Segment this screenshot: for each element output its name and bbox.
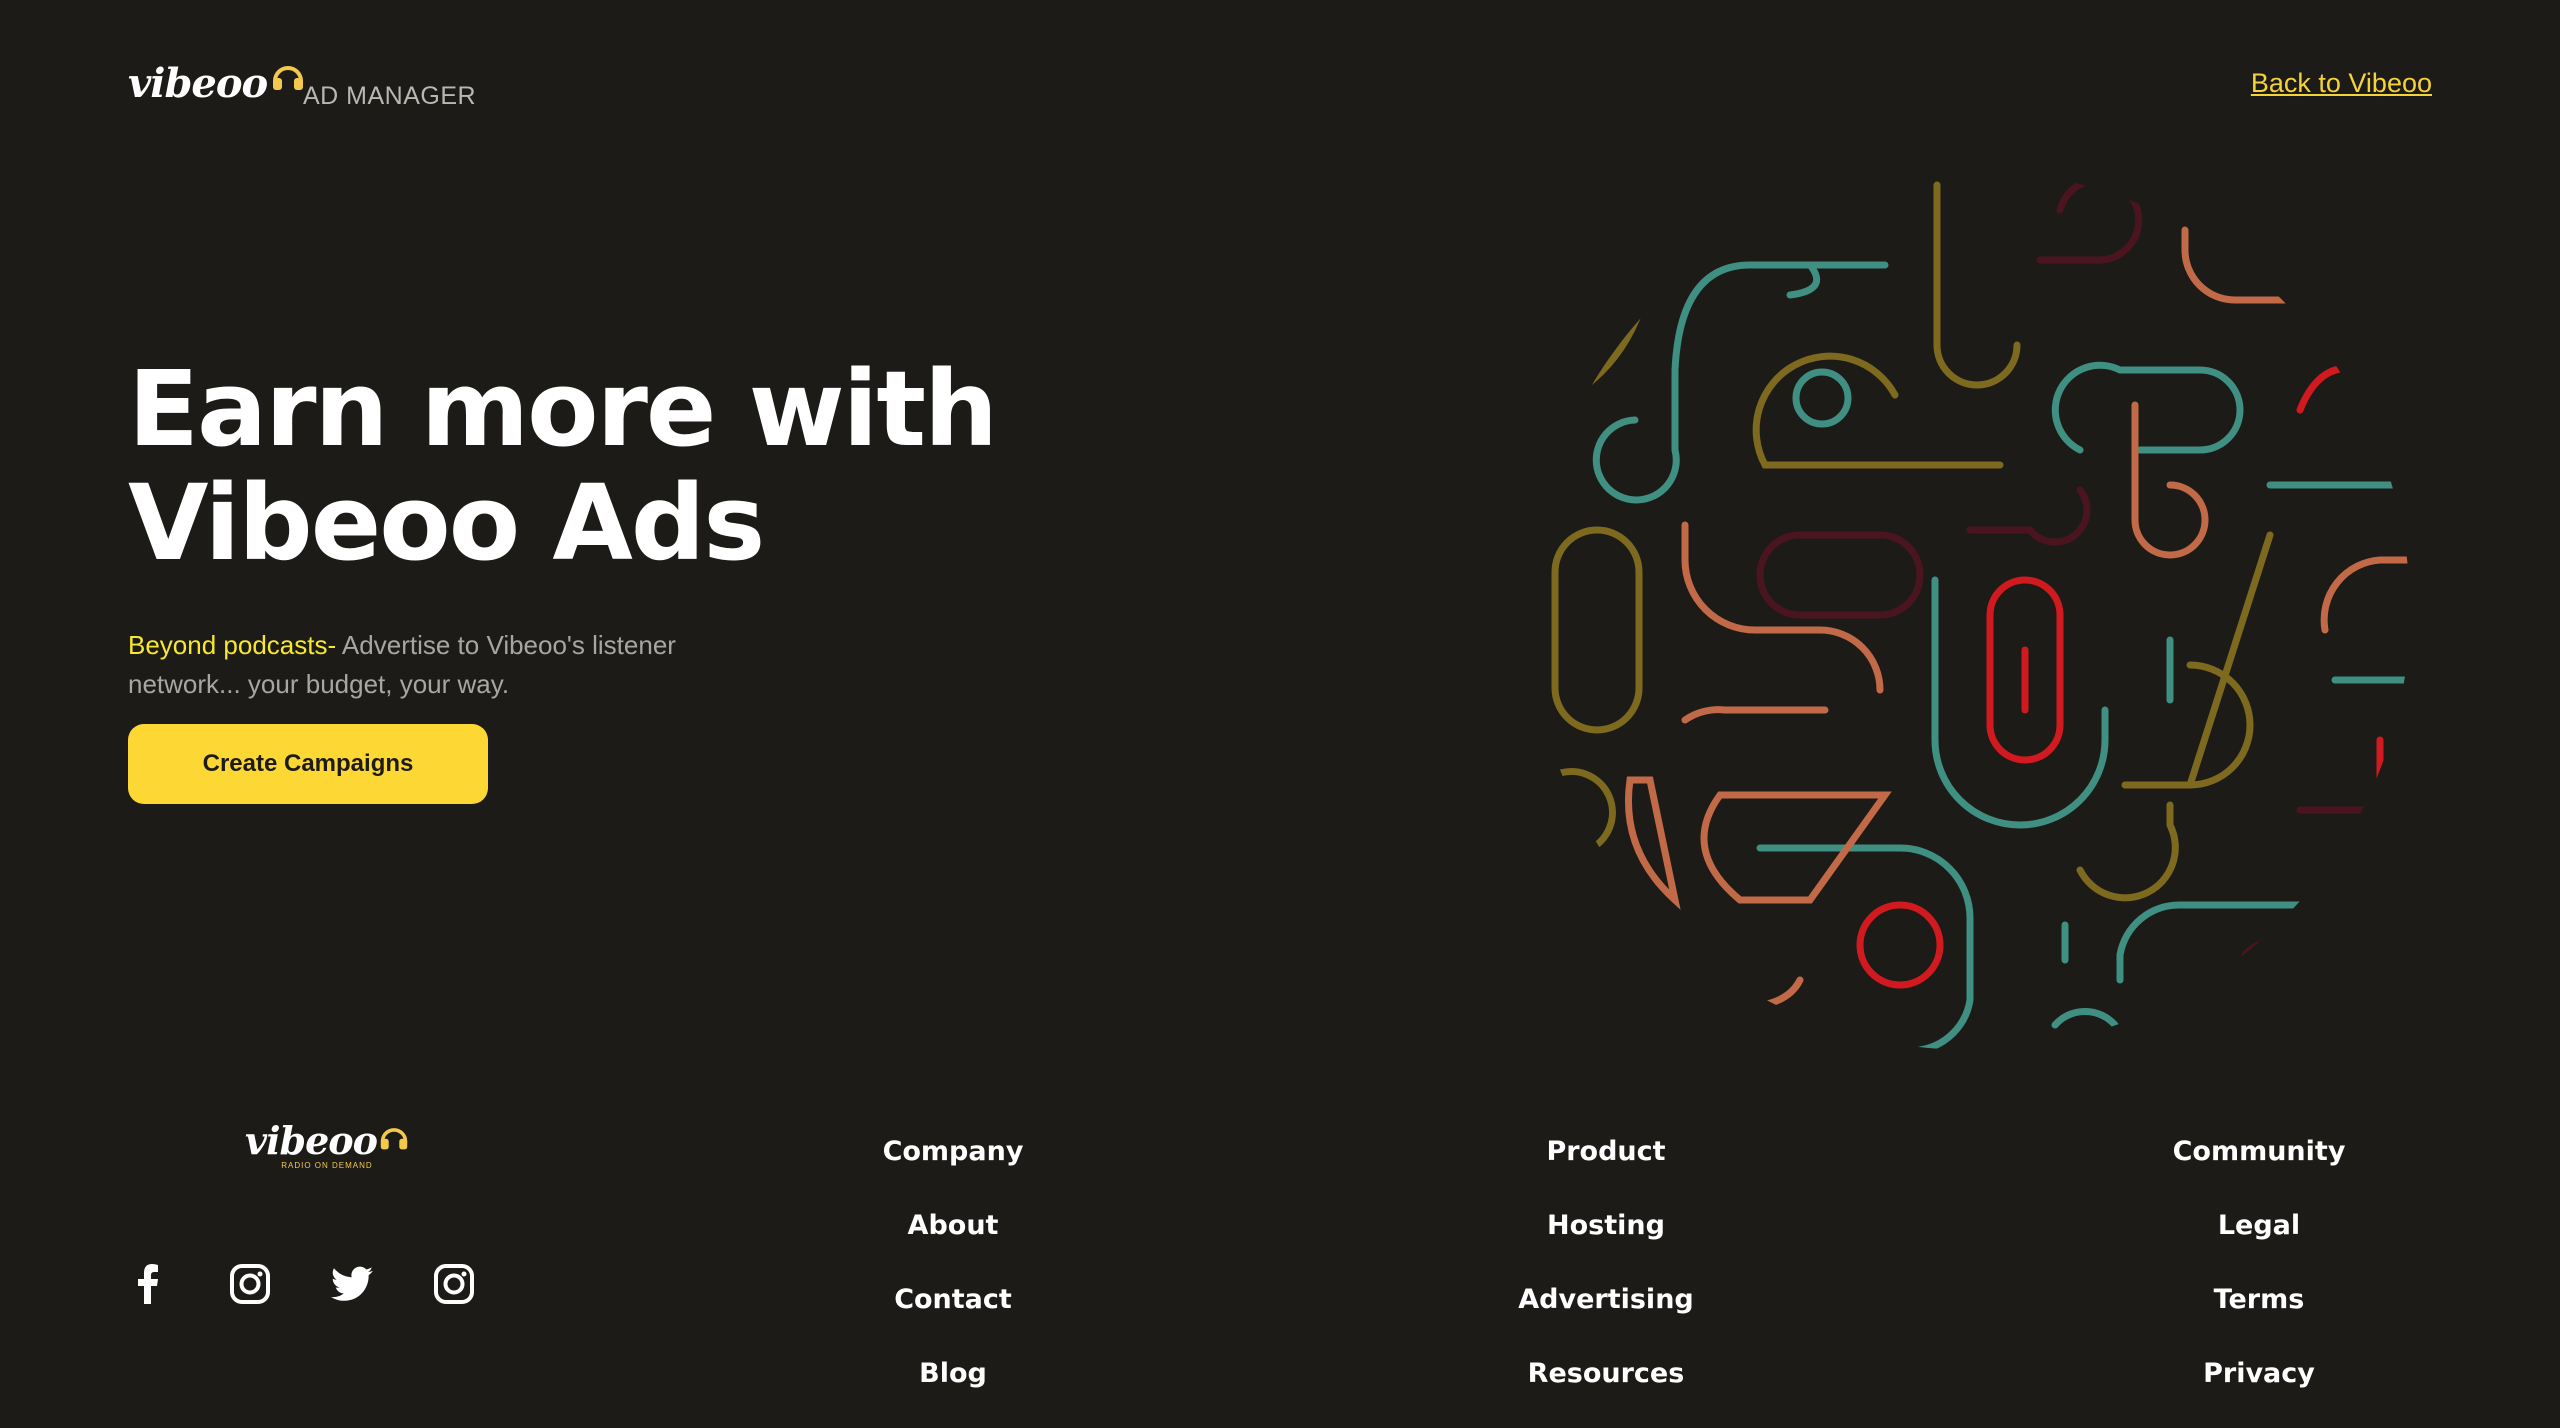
footer-link-privacy[interactable]: Privacy [2109,1354,2409,1428]
footer-column-title: Community [2172,1136,2346,1167]
footer-link-legal[interactable]: Legal [2109,1206,2409,1280]
hero-description: Beyond podcasts- Advertise to Vibeoo's l… [128,626,768,704]
footer-column-title: Company [882,1136,1024,1167]
footer-link-resources[interactable]: Resources [1456,1354,1756,1428]
headphones-icon [273,66,304,90]
footer-link-about[interactable]: About [803,1206,1103,1280]
social-links [126,1262,476,1306]
footer-column-product: Product Hosting Advertising Resources [1456,1132,1756,1428]
footer-column-company: Company About Contact Blog [803,1132,1103,1428]
app-subtitle: AD MANAGER [303,82,477,110]
back-to-vibeoo-link[interactable]: Back to Vibeoo [2251,68,2432,99]
hero-title-line-2: Vibeoo Ads [128,462,765,584]
logo-text: vibeoo [128,60,268,107]
footer-logo-tagline: RADIO ON DEMAND [281,1161,373,1170]
instagram-icon[interactable] [228,1262,272,1306]
headphones-icon [380,1128,408,1150]
footer-link-contact[interactable]: Contact [803,1280,1103,1354]
vibeoo-logo[interactable]: vibeoo [128,60,305,107]
twitter-icon[interactable] [330,1262,374,1306]
footer-logo-text: vibeoo [245,1118,378,1163]
facebook-icon[interactable] [126,1262,170,1306]
footer-link-terms[interactable]: Terms [2109,1280,2409,1354]
footer-column-community: Community Legal Terms Privacy [2109,1132,2409,1428]
hero-title-line-1: Earn more with [128,348,998,470]
hero-title: Earn more with Vibeoo Ads [128,352,1028,580]
create-campaigns-button[interactable]: Create Campaigns [128,724,488,804]
footer-column-title: Product [1546,1136,1666,1167]
footer-link-hosting[interactable]: Hosting [1456,1206,1756,1280]
decorative-pattern-illustration [1551,176,2410,1050]
hero-description-accent: Beyond podcasts- [128,630,337,660]
header: vibeoo AD MANAGER Back to Vibeoo [128,60,2432,120]
footer-link-advertising[interactable]: Advertising [1456,1280,1756,1354]
footer-link-blog[interactable]: Blog [803,1354,1103,1428]
footer-logo[interactable]: vibeoo RADIO ON DEMAND [245,1118,409,1170]
instagram-icon[interactable] [432,1262,476,1306]
